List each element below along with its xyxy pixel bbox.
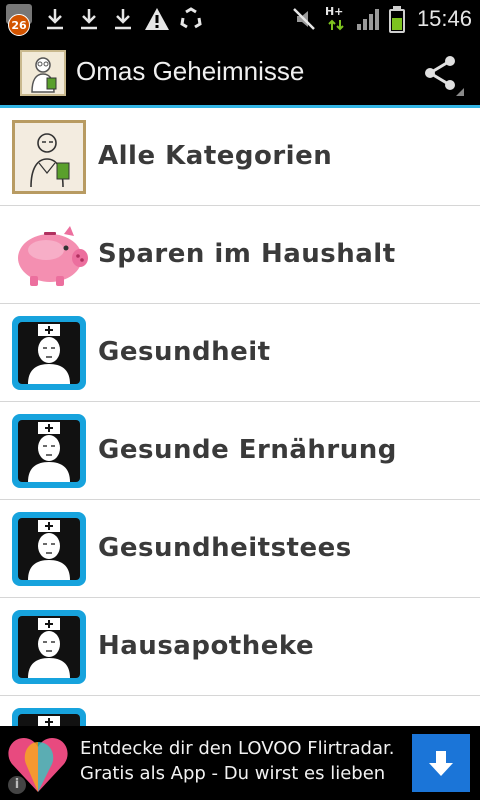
list-item-label: Gesundheitstees <box>98 533 352 563</box>
nurse-icon <box>12 512 86 586</box>
list-item-hausapotheke[interactable]: Hausapotheke <box>0 598 480 696</box>
signal-icon <box>356 9 379 30</box>
download-icon <box>81 9 97 30</box>
ad-text: Entdecke dir den LOVOO Flirtradar. Grati… <box>80 736 394 786</box>
ad-line-2: Gratis als App - Du wirst es lieben <box>80 763 386 784</box>
download-icon <box>115 9 131 30</box>
list-item-label: Gesundheit <box>98 337 271 367</box>
list-item-label: Gesunde Ernährung <box>98 435 397 465</box>
app-icon[interactable] <box>20 50 66 96</box>
category-list[interactable]: Alle Kategorien Sparen im Haushalt Gesun… <box>0 108 480 726</box>
action-bar: Omas Geheimnisse <box>0 38 480 108</box>
list-item-sparen-im-haushalt[interactable]: Sparen im Haushalt <box>0 206 480 304</box>
nurse-icon <box>12 610 86 684</box>
notification-count: 26 <box>8 14 30 36</box>
grandma-sketch-icon <box>12 120 86 194</box>
notification-icon[interactable]: 26 <box>4 4 34 36</box>
list-item-gesundheitstees[interactable]: Gesundheitstees <box>0 500 480 598</box>
ad-download-button[interactable] <box>412 734 470 792</box>
list-item-gesundheit[interactable]: Gesundheit <box>0 304 480 402</box>
network-icon: H+ <box>325 5 347 33</box>
ad-line-1: Entdecke dir den LOVOO Flirtradar. <box>80 738 395 759</box>
status-bar: 26 H+ 15:46 <box>0 0 480 38</box>
list-item-label: Alle Kategorien <box>98 141 333 171</box>
app-title: Omas Geheimnisse <box>76 56 305 86</box>
clock: 15:46 <box>416 6 472 31</box>
warning-icon <box>145 8 169 30</box>
info-icon[interactable]: i <box>8 776 26 794</box>
nurse-icon <box>12 708 86 726</box>
ad-banner[interactable]: Entdecke dir den LOVOO Flirtradar. Grati… <box>0 726 480 800</box>
network-type-label: H+ <box>324 5 344 18</box>
nurse-icon <box>12 316 86 390</box>
list-item-label: Hausapotheke <box>98 631 315 661</box>
download-arrow-icon <box>429 751 453 776</box>
share-icon <box>425 56 464 96</box>
recycle-icon <box>180 7 202 29</box>
download-icon <box>47 9 63 30</box>
list-item-alle-kategorien[interactable]: Alle Kategorien <box>0 108 480 206</box>
share-button[interactable] <box>418 50 466 98</box>
nurse-icon <box>12 414 86 488</box>
list-item-gesunde-ernaehrung[interactable]: Gesunde Ernährung <box>0 402 480 500</box>
list-item-label: Sparen im Haushalt <box>98 239 396 269</box>
list-item-partial[interactable] <box>0 696 480 726</box>
piggy-bank-icon <box>10 220 88 294</box>
mute-icon <box>293 8 315 30</box>
battery-icon <box>388 5 405 33</box>
